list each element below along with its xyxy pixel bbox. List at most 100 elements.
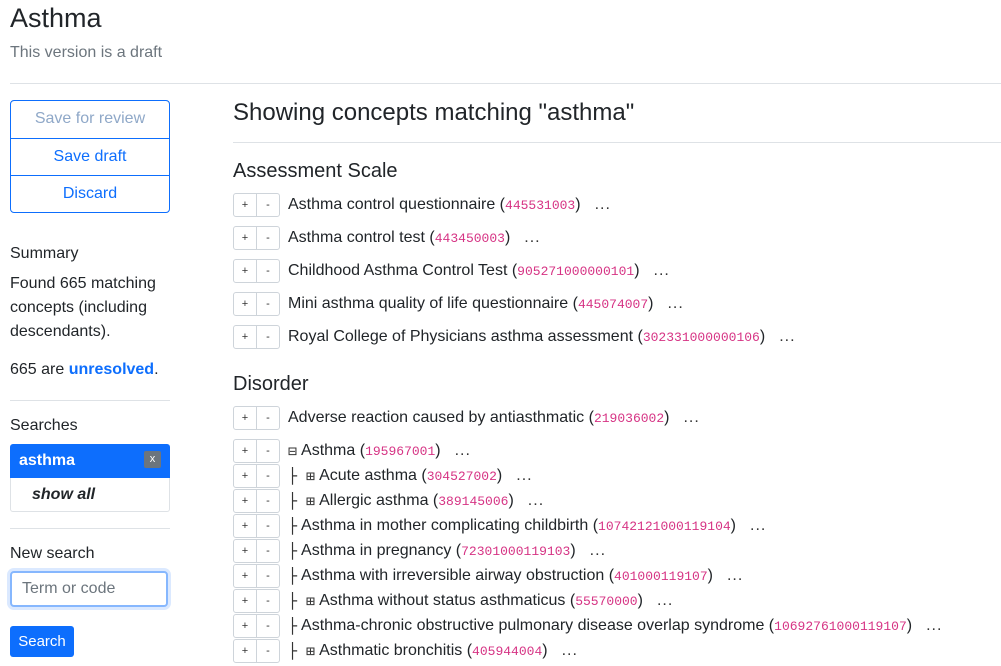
more-options-button[interactable]: ...	[562, 642, 578, 660]
concept-row: + - ├ Asthma in mother complicating childbi…	[233, 514, 766, 538]
concept-row: + - ⊟ Asthma (195967001)...	[233, 439, 471, 463]
divider	[10, 400, 170, 401]
exclude-button[interactable]: -	[256, 465, 279, 487]
close-paren: )	[637, 592, 643, 609]
concept-label: Asthma with irreversible airway obstruct…	[301, 567, 605, 584]
remove-search-button[interactable]: x	[144, 451, 161, 468]
exclude-button[interactable]: -	[256, 293, 279, 315]
include-button[interactable]: +	[234, 326, 256, 348]
include-button[interactable]: +	[234, 465, 256, 487]
more-options-button[interactable]: ...	[779, 328, 795, 346]
exclude-button[interactable]: -	[256, 615, 279, 637]
include-button[interactable]: +	[234, 260, 256, 282]
more-options-button[interactable]: ...	[926, 617, 942, 635]
more-options-button[interactable]: ...	[667, 295, 683, 313]
include-button[interactable]: +	[234, 615, 256, 637]
open-paren: (	[416, 467, 427, 484]
tree-branch-icon[interactable]: ├	[288, 542, 297, 560]
more-options-button[interactable]: ...	[654, 262, 670, 280]
more-options-button[interactable]: ...	[595, 196, 611, 214]
concept-code: 219036002	[593, 410, 665, 426]
tree-branch-icon[interactable]: ├	[288, 567, 297, 585]
save-for-review-button[interactable]: Save for review	[11, 101, 169, 139]
include-exclude-buttons: + -	[233, 193, 280, 217]
unresolved-link[interactable]: unresolved	[69, 361, 154, 378]
exclude-button[interactable]: -	[256, 515, 279, 537]
include-button[interactable]: +	[234, 407, 256, 429]
concept-row: + - Asthma control questionnaire (44553100…	[233, 193, 611, 217]
more-options-button[interactable]: ...	[455, 442, 471, 460]
concept-label: Royal College of Physicians asthma asses…	[288, 328, 634, 345]
include-button[interactable]: +	[234, 440, 256, 462]
close-paren: )	[906, 617, 913, 634]
open-paren: (	[495, 196, 506, 213]
concept-code: 304527002	[426, 468, 497, 484]
exclude-button[interactable]: -	[256, 640, 279, 662]
open-paren: (	[568, 295, 578, 312]
open-paren: (	[588, 517, 599, 534]
summary-heading: Summary	[10, 245, 79, 262]
term-or-code-input[interactable]	[10, 571, 168, 607]
concept-code: 443450003	[434, 230, 505, 246]
concept-row: + - ├ Asthma-chronic obstructive pulmonary …	[233, 614, 942, 638]
exclude-button[interactable]: -	[256, 490, 279, 512]
include-button[interactable]: +	[234, 490, 256, 512]
tree-branch-icon[interactable]: ⊟	[288, 442, 297, 460]
exclude-button[interactable]: -	[256, 440, 279, 462]
include-button[interactable]: +	[234, 515, 256, 537]
more-options-button[interactable]: ...	[528, 492, 544, 510]
open-paren: (	[764, 617, 775, 634]
tree-branch-icon[interactable]: ├ ⊞	[288, 592, 315, 610]
exclude-button[interactable]: -	[256, 407, 279, 429]
more-options-button[interactable]: ...	[683, 409, 699, 427]
include-button[interactable]: +	[234, 227, 256, 249]
include-button[interactable]: +	[234, 194, 256, 216]
include-button[interactable]: +	[234, 540, 256, 562]
include-button[interactable]: +	[234, 565, 256, 587]
exclude-button[interactable]: -	[256, 194, 279, 216]
summary-text: Found 665 matching concepts (including d…	[10, 275, 156, 340]
include-exclude-buttons: + -	[233, 464, 280, 488]
sidebar: Save for review Save draft Discard Summa…	[10, 100, 170, 657]
exclude-button[interactable]: -	[256, 540, 279, 562]
show-all-link[interactable]: show all	[32, 486, 95, 504]
more-options-button[interactable]: ...	[750, 517, 766, 535]
more-options-button[interactable]: ...	[727, 567, 743, 585]
searches-heading: Searches	[10, 417, 78, 434]
open-paren: (	[462, 642, 473, 659]
tree-branch-icon[interactable]: ├ ⊞	[288, 467, 315, 485]
save-draft-button[interactable]: Save draft	[11, 138, 169, 175]
include-button[interactable]: +	[234, 640, 256, 662]
concept-code: 302331000000106	[642, 329, 760, 345]
more-options-button[interactable]: ...	[516, 467, 532, 485]
exclude-button[interactable]: -	[256, 565, 279, 587]
concept-code: 445074007	[577, 296, 649, 312]
concept-code: 445531003	[505, 197, 576, 213]
tree-branch-icon[interactable]: ├ ⊞	[288, 492, 315, 510]
include-button[interactable]: +	[234, 590, 256, 612]
more-options-button[interactable]: ...	[590, 542, 606, 560]
concept-label: Asthma-chronic obstructive pulmonary dis…	[301, 617, 765, 634]
tree-branch-icon[interactable]: ├ ⊞	[288, 642, 315, 660]
open-paren: (	[428, 492, 439, 509]
discard-button[interactable]: Discard	[11, 175, 169, 212]
search-item-asthma[interactable]: asthma x	[10, 444, 170, 478]
exclude-button[interactable]: -	[256, 590, 279, 612]
tree-branch-icon[interactable]: ├	[288, 517, 297, 535]
exclude-button[interactable]: -	[256, 260, 279, 282]
close-paren: )	[542, 642, 548, 659]
exclude-button[interactable]: -	[256, 326, 279, 348]
concept-label: Allergic asthma	[319, 492, 429, 509]
more-options-button[interactable]: ...	[657, 592, 673, 610]
exclude-button[interactable]: -	[256, 227, 279, 249]
close-paren: )	[575, 196, 581, 213]
more-options-button[interactable]: ...	[524, 229, 540, 247]
concept-label: Asthma control test	[288, 229, 425, 246]
concept-label: Acute asthma	[319, 467, 417, 484]
concept-code: 405944004	[472, 643, 543, 659]
search-button[interactable]: Search	[10, 626, 74, 657]
open-paren: (	[507, 262, 518, 279]
concept-label: Asthma in mother complicating childbirth	[301, 517, 589, 534]
include-button[interactable]: +	[234, 293, 256, 315]
tree-branch-icon[interactable]: ├	[288, 617, 297, 635]
